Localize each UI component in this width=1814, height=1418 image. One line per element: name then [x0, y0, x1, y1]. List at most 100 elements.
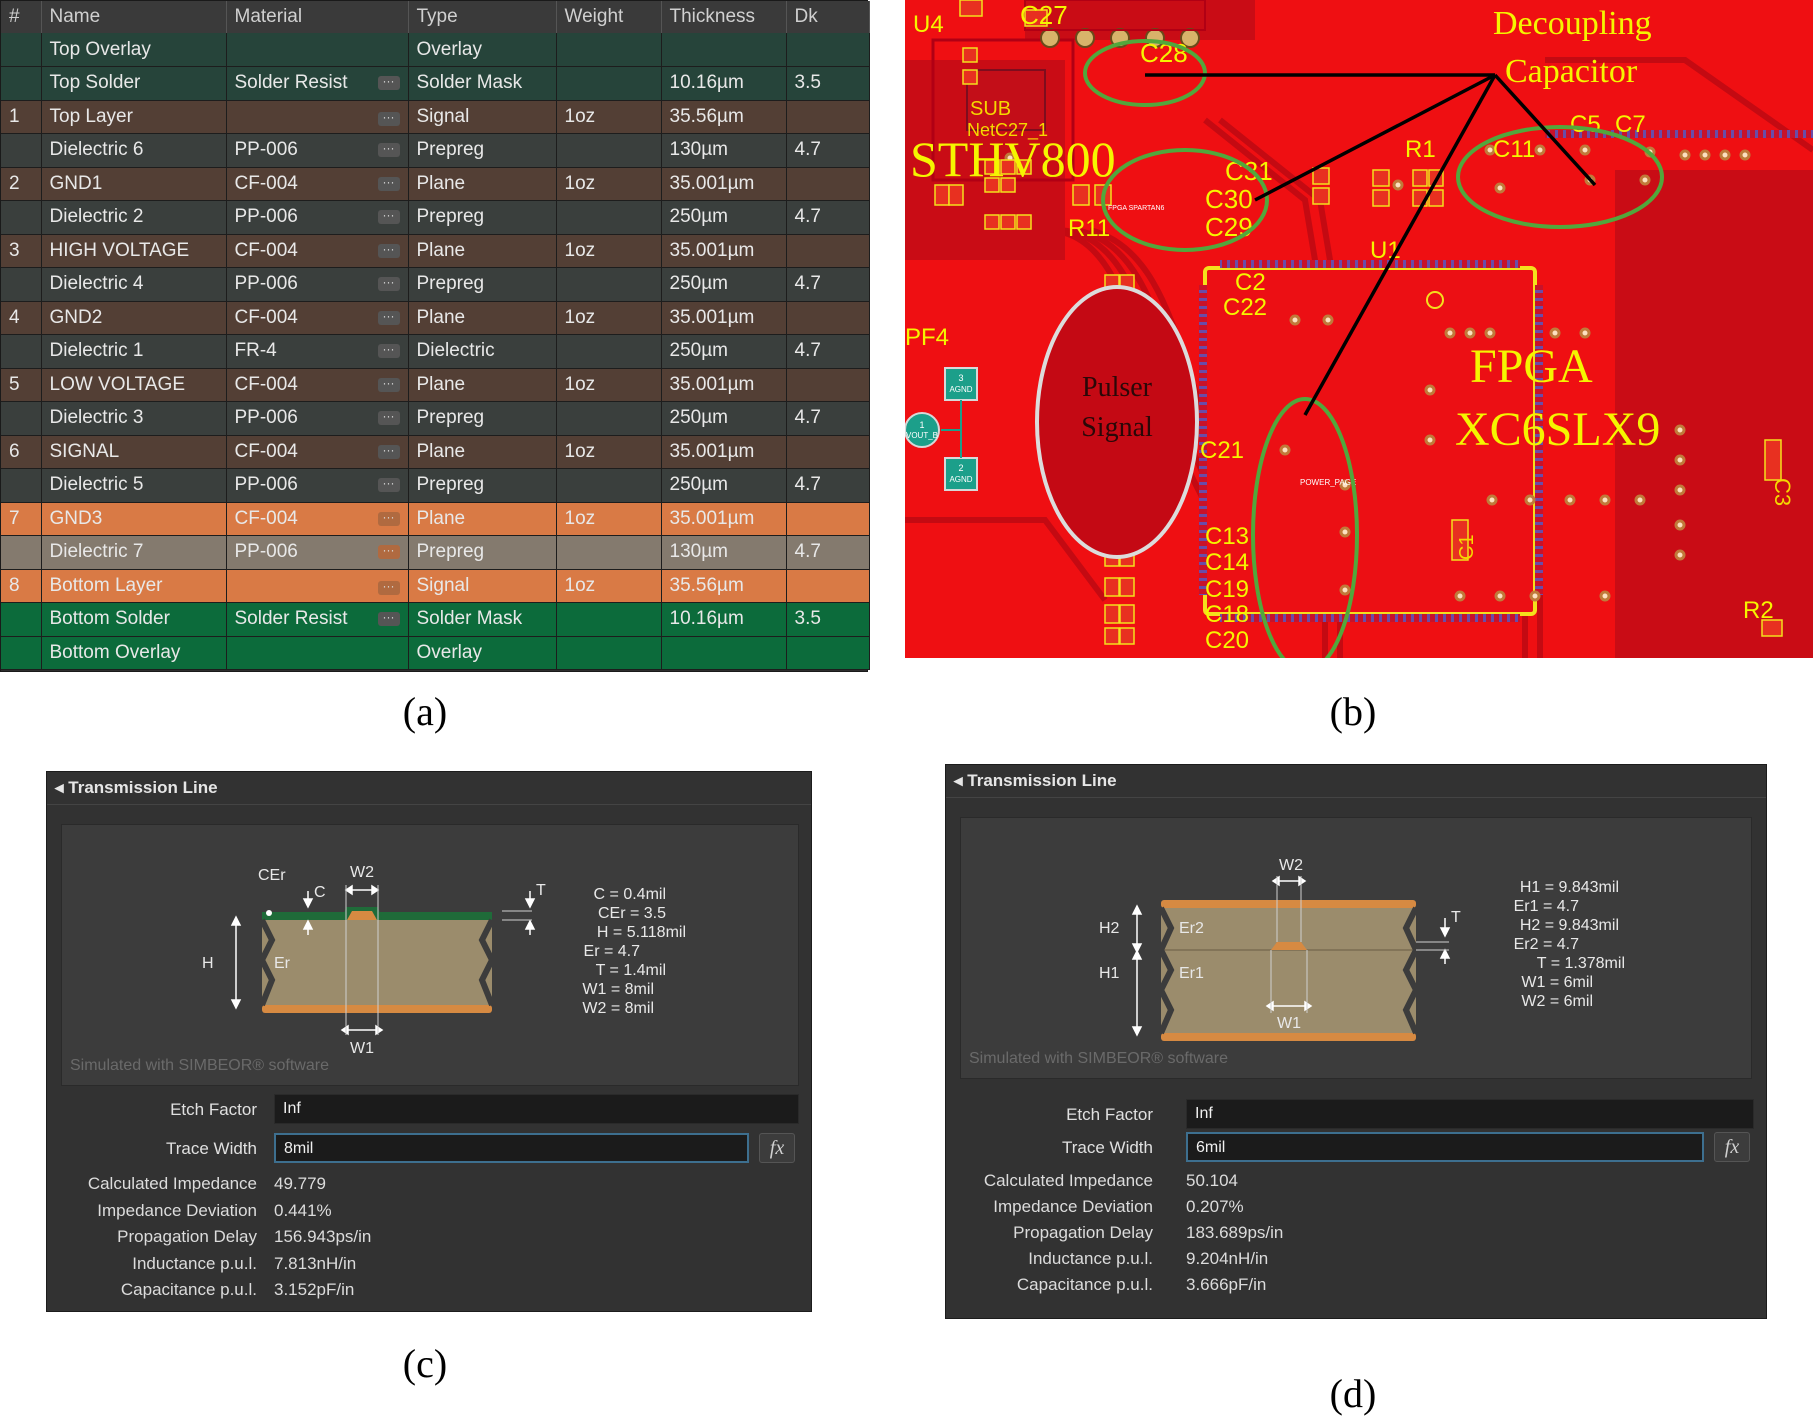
layer-row[interactable]: 6 SIGNAL CF-004 ··· Plane 1oz 35.001µm: [1, 435, 870, 469]
dialog-header[interactable]: ◂ Transmission Line: [47, 772, 811, 805]
layer-row[interactable]: 2 GND1 CF-004 ··· Plane 1oz 35.001µm: [1, 167, 870, 201]
layer-material-text: CF-004: [234, 373, 298, 395]
fx-button[interactable]: fx: [759, 1133, 795, 1163]
layer-row[interactable]: 5 LOW VOLTAGE CF-004 ··· Plane 1oz 35.001µm: [1, 368, 870, 402]
material-menu-button[interactable]: ···: [377, 444, 400, 459]
material-menu-button[interactable]: ···: [377, 511, 400, 526]
column-header-type[interactable]: Type: [408, 1, 557, 33]
material-menu-button[interactable]: ···: [377, 75, 400, 91]
layer-material-text: PP-006: [234, 541, 298, 563]
layer-type: Signal: [408, 100, 557, 134]
column-header-weight[interactable]: Weight: [556, 1, 662, 33]
column-header-thickness[interactable]: Thickness: [661, 1, 787, 33]
material-menu-button[interactable]: ···: [377, 410, 400, 426]
label-c2: C2: [1235, 269, 1266, 296]
layer-dk: 4.7: [786, 133, 870, 168]
pcb-layout-view: 1 VOUT_B 3 AGND 2 AGND U4 C27 C28 Decoup…: [905, 0, 1813, 658]
caption-b: (b): [1329, 689, 1377, 734]
layer-row[interactable]: Bottom Solder Solder Resist ··· Solder Mask…: [1, 602, 870, 637]
layer-type-text: Plane: [416, 373, 466, 395]
layer-weight-text: 1oz: [564, 105, 596, 127]
layer-thickness-text: 250µm: [669, 340, 728, 362]
layer-weight-text: 1oz: [564, 440, 596, 462]
material-menu-button[interactable]: ···: [377, 176, 400, 191]
layer-row[interactable]: 1 Top Layer ··· Signal 1oz 35.56µm: [1, 100, 870, 134]
layer-row[interactable]: Top Solder Solder Resist ··· Solder Mask 10.…: [1, 66, 870, 101]
layer-row[interactable]: 4 GND2 CF-004 ··· Plane 1oz 35.001µm: [1, 301, 870, 335]
layer-row[interactable]: Dielectric 7 PP-006 ··· Prepreg 130µm 4.7: [1, 535, 870, 570]
label-c1: C1: [1456, 534, 1478, 560]
upper-reference-plane: [1161, 900, 1416, 908]
layer-dk: [786, 301, 870, 335]
dialog-header[interactable]: ◂ Transmission Line: [946, 765, 1766, 798]
layer-name-text: Dielectric 6: [49, 139, 144, 161]
layer-weight: 1oz: [556, 301, 662, 335]
material-menu-button[interactable]: ···: [377, 343, 400, 359]
layer-material-text: CF-004: [234, 440, 298, 462]
layer-weight-text: 1oz: [564, 574, 596, 596]
layer-type: Solder Mask: [408, 602, 557, 637]
layer-row[interactable]: Dielectric 1 FR-4 ··· Dielectric 250µm 4.7: [1, 334, 870, 369]
material-menu-button[interactable]: ···: [377, 243, 400, 258]
column-header-material[interactable]: Material: [226, 1, 409, 33]
result-value: 156.943ps/in: [274, 1227, 372, 1246]
material-menu-button[interactable]: ···: [377, 142, 400, 158]
result-value: 3.666pF/in: [1186, 1275, 1267, 1294]
param-h1: H1 = 9.843mil: [1520, 879, 1619, 896]
layer-name: Bottom Solder: [41, 602, 227, 637]
material-menu-button[interactable]: ···: [377, 611, 400, 627]
column-header-name[interactable]: Name: [41, 1, 227, 33]
material-menu-button[interactable]: ···: [377, 544, 400, 560]
layer-type-text: Overlay: [416, 38, 482, 60]
material-menu-button[interactable]: ···: [377, 111, 400, 126]
layer-name: GND1: [41, 167, 227, 201]
material-menu-button[interactable]: ···: [377, 310, 400, 325]
simbeor-note: Simulated with SIMBEOR® software: [70, 1057, 329, 1074]
layer-material: CF-004 ···: [226, 167, 409, 201]
fx-button[interactable]: fx: [1714, 1132, 1750, 1162]
material-menu-button[interactable]: ···: [377, 580, 400, 595]
layer-row[interactable]: Bottom Overlay Overlay: [1, 636, 870, 670]
material-menu-button[interactable]: ···: [377, 377, 400, 392]
layer-thickness: 35.001µm: [661, 167, 787, 201]
layer-row[interactable]: Dielectric 4 PP-006 ··· Prepreg 250µm 4.7: [1, 267, 870, 302]
trace-width-input[interactable]: 8mil: [274, 1133, 749, 1163]
result-value: 3.152pF/in: [274, 1280, 355, 1299]
row-number-text: 6: [9, 440, 20, 462]
trace-width-input[interactable]: 6mil: [1186, 1132, 1704, 1162]
layer-weight: [556, 33, 662, 67]
label-sthv800: STHV800: [910, 131, 1116, 187]
layer-type: Plane: [408, 167, 557, 201]
etch-factor-field[interactable]: Inf: [1186, 1099, 1754, 1129]
layer-name-text: Dielectric 2: [49, 206, 144, 228]
layer-row[interactable]: Dielectric 3 PP-006 ··· Prepreg 250µm 4.7: [1, 401, 870, 436]
layer-row[interactable]: Dielectric 2 PP-006 ··· Prepreg 250µm 4.7: [1, 200, 870, 235]
etch-factor-field[interactable]: Inf: [274, 1094, 799, 1124]
layer-row[interactable]: 8 Bottom Layer ··· Signal 1oz 35.56µm: [1, 569, 870, 603]
label-r1: R1: [1405, 136, 1436, 163]
layer-row[interactable]: 7 GND3 CF-004 ··· Plane 1oz 35.001µm: [1, 502, 870, 536]
layer-weight-text: 1oz: [564, 172, 596, 194]
label-u4: U4: [913, 11, 944, 38]
pad-label-agnd-3: AGND: [949, 385, 972, 394]
column-header-number[interactable]: #: [1, 1, 42, 33]
layer-name-text: Dielectric 5: [49, 474, 144, 496]
layer-type-text: Overlay: [416, 641, 482, 663]
material-menu-button[interactable]: ···: [377, 276, 400, 292]
column-header-dk[interactable]: Dk: [786, 1, 870, 33]
row-number: 1: [1, 100, 42, 134]
layer-weight: 1oz: [556, 435, 662, 469]
material-menu-button[interactable]: ···: [377, 209, 400, 225]
layer-name: Dielectric 4: [41, 267, 227, 302]
layer-row[interactable]: Top Overlay Overlay: [1, 33, 870, 67]
layer-row[interactable]: Dielectric 5 PP-006 ··· Prepreg 250µm 4.7: [1, 468, 870, 503]
dialog-title: Transmission Line: [68, 778, 218, 797]
row-number: [1, 66, 42, 101]
row-number-text: 7: [9, 507, 20, 529]
material-menu-button[interactable]: ···: [377, 477, 400, 493]
row-number-text: 1: [9, 105, 20, 127]
layer-material-text: CF-004: [234, 172, 298, 194]
layer-row[interactable]: Dielectric 6 PP-006 ··· Prepreg 130µm 4.7: [1, 133, 870, 168]
layer-name-text: Dielectric 1: [49, 340, 144, 362]
layer-row[interactable]: 3 HIGH VOLTAGE CF-004 ··· Plane 1oz 35.001µm: [1, 234, 870, 268]
